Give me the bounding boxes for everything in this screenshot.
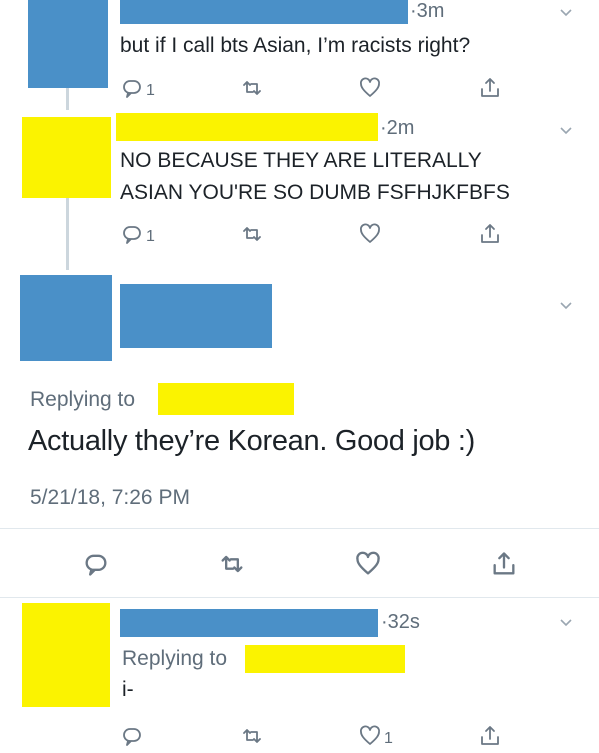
like-icon [358, 724, 382, 753]
username-censored[interactable] [116, 113, 378, 141]
share-icon [490, 552, 518, 582]
tweet-text: i- [122, 678, 134, 701]
tweet-text-line: NO BECAUSE THEY ARE LITERALLY [120, 149, 482, 172]
reply-button[interactable] [82, 550, 110, 583]
share-button[interactable] [478, 222, 502, 251]
avatar-censored[interactable] [20, 275, 112, 361]
tweet-text: but if I call bts Asian, I’m racists rig… [120, 34, 471, 57]
retweet-icon [218, 555, 246, 582]
retweet-button[interactable] [240, 724, 264, 753]
avatar-censored[interactable] [22, 603, 110, 707]
like-button[interactable] [354, 550, 382, 583]
tweet-time: ·2m [380, 117, 415, 139]
like-icon [358, 77, 382, 104]
share-icon [478, 224, 502, 250]
retweet-button[interactable] [218, 550, 246, 583]
retweet-button[interactable] [240, 76, 264, 105]
retweet-button[interactable] [240, 222, 264, 251]
share-button[interactable] [478, 724, 502, 753]
like-button[interactable] [358, 76, 382, 105]
like-icon [358, 223, 382, 250]
username-censored[interactable] [120, 609, 378, 637]
retweet-icon [240, 227, 264, 250]
share-button[interactable] [490, 550, 518, 583]
replying-to-label: Replying to [122, 647, 228, 670]
reply-icon [82, 554, 110, 582]
thread-line [66, 88, 69, 110]
chevron-down-icon[interactable] [558, 122, 574, 141]
username-censored[interactable] [120, 284, 272, 348]
replying-to-label: Replying to [30, 388, 136, 411]
tweet-text: NO BECAUSE THEY ARE LITERALLY ASIAN YOU'… [120, 145, 510, 209]
share-button[interactable] [478, 76, 502, 105]
reply-button[interactable]: 1 [120, 222, 155, 251]
like-icon [354, 551, 382, 582]
tweet-time: ·3m [410, 0, 445, 22]
like-count: 1 [384, 729, 393, 747]
reply-icon [120, 728, 144, 752]
retweet-icon [240, 729, 264, 752]
thread-line [66, 198, 69, 270]
avatar-censored[interactable] [28, 0, 108, 88]
username-censored[interactable] [120, 0, 408, 24]
avatar-censored[interactable] [22, 117, 111, 198]
reply-icon [120, 222, 144, 251]
divider [0, 597, 599, 598]
reply-button[interactable]: 1 [120, 76, 155, 105]
share-icon [478, 78, 502, 104]
tweet-time: ·32s [381, 611, 420, 633]
share-icon [478, 726, 502, 752]
like-button[interactable] [358, 222, 382, 251]
chevron-down-icon[interactable] [558, 614, 574, 633]
reply-button[interactable] [120, 724, 144, 753]
divider [0, 528, 599, 529]
replied-user-censored[interactable] [158, 383, 294, 415]
chevron-down-icon[interactable] [558, 4, 574, 23]
focus-tweet-text: Actually they’re Korean. Good job :) [28, 425, 475, 457]
reply-count: 1 [146, 81, 155, 99]
chevron-down-icon[interactable] [558, 297, 574, 316]
replied-user-censored[interactable] [245, 645, 405, 673]
retweet-icon [240, 81, 264, 104]
like-button[interactable]: 1 [358, 724, 393, 753]
reply-icon [120, 76, 144, 105]
tweet-text-line: ASIAN YOU'RE SO DUMB FSFHJKFBFS [120, 181, 510, 204]
reply-count: 1 [146, 227, 155, 245]
tweet-timestamp: 5/21/18, 7:26 PM [30, 486, 190, 509]
